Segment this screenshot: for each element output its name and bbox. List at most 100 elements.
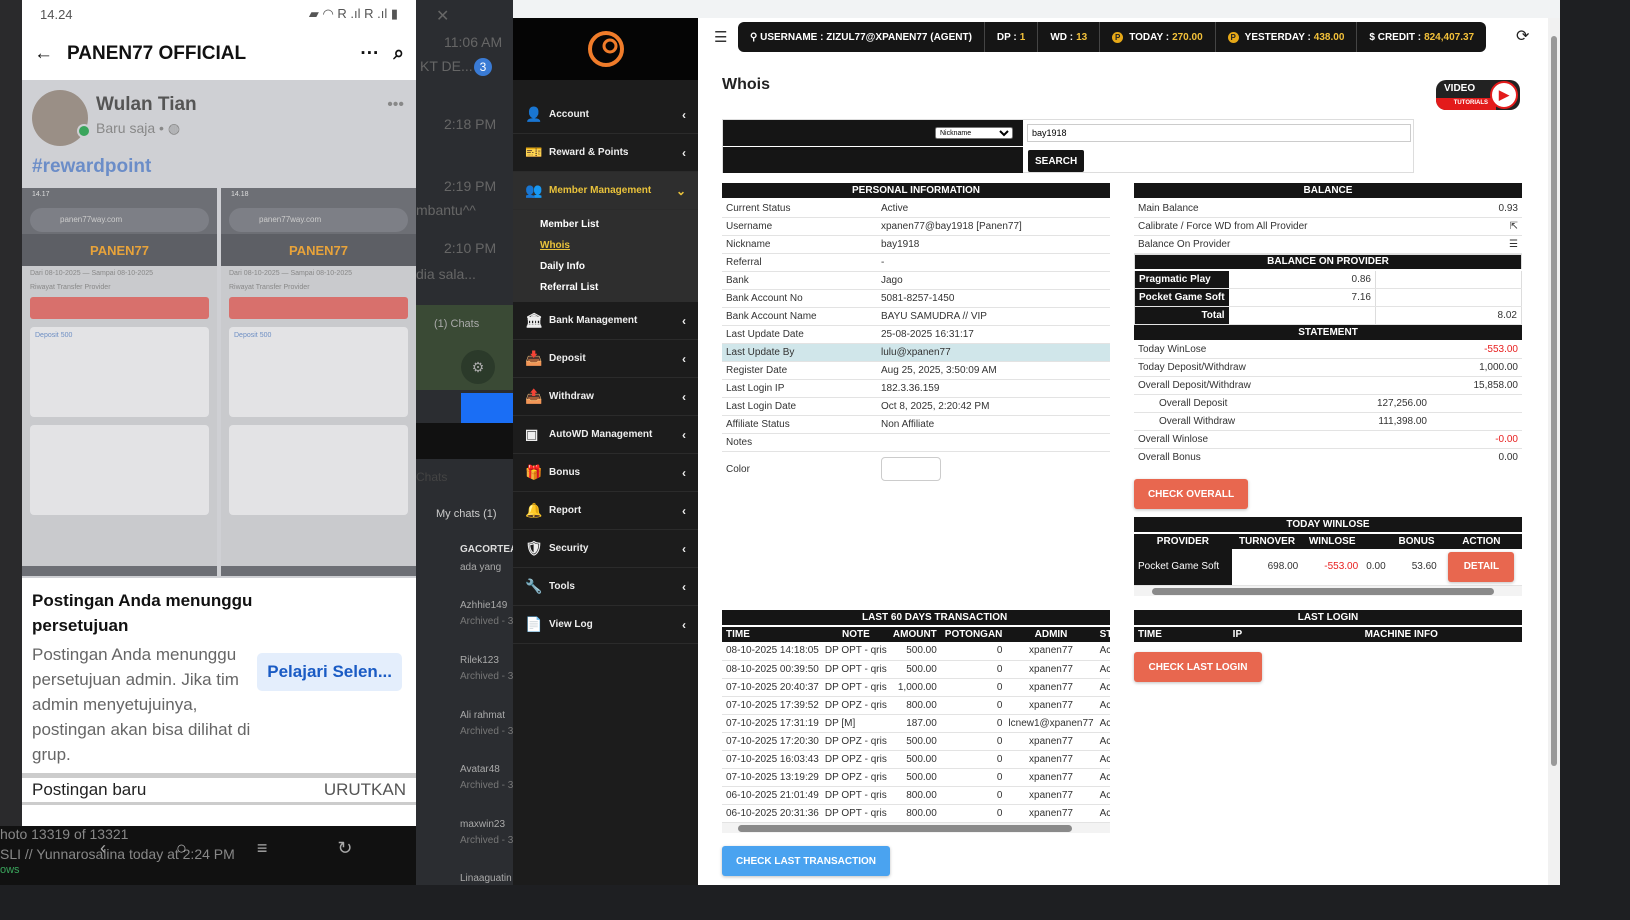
list-icon[interactable]: ☰ (1470, 235, 1522, 254)
nav-icon: 🔔 (525, 502, 543, 518)
chat-name[interactable]: Ali rahmat (460, 710, 505, 721)
search-form: Nickname SEARCH (722, 119, 1414, 173)
nav-icon: 👤 (525, 106, 543, 122)
info-row: Last Login IP 182.3.36.159 (722, 379, 1110, 398)
transaction-row: 06-10-2025 20:31:36 DP OPT - qris 800.00 0 x… (722, 804, 1110, 823)
nav-icon: 🎫 (525, 144, 543, 160)
coin-icon: P (1112, 31, 1124, 43)
wd-stat[interactable]: WD :13 (1038, 22, 1101, 52)
today-winlose-table: TODAY WINLOSE PROVIDER TURNOVER WINLOSE BON… (1134, 517, 1522, 596)
sidebar-item-account[interactable]: 👤 Account ‹ (513, 96, 698, 134)
transaction-row: 07-10-2025 16:03:43 DP OPZ - qris 500.00 0 x… (722, 750, 1110, 769)
learn-more-button: Pelajari Selen... (257, 653, 402, 691)
submenu-item[interactable]: Whois (513, 235, 698, 256)
horizontal-scrollbar[interactable] (1134, 585, 1522, 596)
transaction-row: 08-10-2025 00:39:50 DP OPT - qris 500.00 0 x… (722, 660, 1110, 679)
sidebar-item-withdraw[interactable]: 📤 Withdraw ‹ (513, 378, 698, 416)
chat-sub: Archived - 3 (460, 671, 513, 682)
post-card: Wulan Tian Baru saja • ◍ ••• #rewardpoin… (22, 80, 416, 578)
viewer-controls[interactable]: ‹○≡↻ (100, 838, 422, 859)
chats-tab[interactable]: (1) Chats (434, 318, 479, 330)
nav-icon: 🏛 (525, 312, 543, 328)
chevron-icon: ‹ (682, 465, 686, 480)
nav-icon: ▣ (525, 426, 539, 442)
search-button[interactable]: SEARCH (1028, 150, 1085, 172)
submenu-item[interactable]: Member List (513, 214, 698, 235)
menu-toggle-icon[interactable]: ☰ (714, 28, 727, 46)
horizontal-scrollbar[interactable] (722, 822, 1110, 833)
member-submenu: Member List Whois Daily Info Referral List (513, 210, 698, 302)
refresh-icon[interactable]: ⟳ (1516, 26, 1529, 46)
chat-sub: Archived - 3 (460, 780, 513, 791)
chevron-icon: ‹ (682, 313, 686, 328)
status-time: 14.24 (40, 6, 73, 22)
sidebar-item-view-log[interactable]: 📄 View Log ‹ (513, 606, 698, 644)
main-balance: 0.93 (1470, 199, 1522, 218)
info-row: Last Update Date 25-08-2025 16:31:17 (722, 325, 1110, 344)
info-row: Notes (722, 433, 1110, 452)
nav-label: Member Management (549, 185, 652, 196)
post-more-icon: ••• (387, 96, 404, 113)
transaction-row: 07-10-2025 13:19:29 DP OPZ - qris 500.00 0 x… (722, 768, 1110, 787)
chat-list-panel: ✕ 11:06 AM KT DE... 3 2:18 PM 2:19 PM mb… (416, 0, 513, 885)
vertical-scrollbar[interactable] (1548, 18, 1560, 885)
chevron-icon: ‹ (682, 389, 686, 404)
nav-label: View Log (549, 619, 593, 630)
chat-sub: Archived - 3 (460, 835, 513, 846)
chat-name[interactable]: GACORTEAM (460, 544, 513, 555)
submenu-item[interactable]: Referral List (513, 277, 698, 298)
transaction-row: 07-10-2025 17:31:19 DP [M] 187.00 0 lcnew1@x… (722, 714, 1110, 733)
color-picker[interactable] (881, 457, 941, 482)
chevron-icon: ‹ (682, 541, 686, 556)
sidebar-item-deposit[interactable]: 📥 Deposit ‹ (513, 340, 698, 378)
chat-name[interactable]: Avatar48 (460, 764, 500, 775)
avatar (32, 90, 88, 146)
chevron-icon: ‹ (682, 427, 686, 442)
my-chats-label: My chats (1) (436, 508, 497, 520)
group-title: PANEN77 OFFICIAL (67, 43, 247, 64)
sidebar-item-bank-management[interactable]: 🏛 Bank Management ‹ (513, 302, 698, 340)
sidebar-item-reward-points[interactable]: 🎫 Reward & Points ‹ (513, 134, 698, 172)
pending-title: Postingan Anda menunggu persetujuan (32, 591, 253, 635)
page-title: Whois (722, 76, 770, 93)
chat-name[interactable]: Rilek123 (460, 655, 499, 666)
sidebar: 👤 Account ‹ 🎫 Reward & Points ‹ 👥 Member Manage… (513, 18, 698, 885)
browser-strip (513, 0, 1630, 18)
viewer-extra: ows (0, 864, 20, 876)
detail-button[interactable]: DETAIL (1448, 551, 1515, 582)
sidebar-item-autowd-management[interactable]: ▣ AutoWD Management ‹ (513, 416, 698, 454)
today-stat: P TODAY :270.00 (1100, 22, 1216, 52)
filter-icon[interactable]: ⚙ (461, 350, 495, 384)
chat-name[interactable]: Azhhie149 (460, 600, 507, 611)
search-input[interactable] (1027, 124, 1411, 142)
chat-name[interactable]: maxwin23 (460, 819, 505, 830)
chat-name[interactable]: Linaaguatin (460, 873, 512, 884)
sidebar-item-tools[interactable]: 🔧 Tools ‹ (513, 568, 698, 606)
dp-stat[interactable]: DP :1 (985, 22, 1039, 52)
sidebar-item-bonus[interactable]: 🎁 Bonus ‹ (513, 454, 698, 492)
submenu-item[interactable]: Daily Info (513, 256, 698, 277)
calibrate-icon[interactable]: ⇱ (1470, 217, 1522, 236)
check-last-transaction-button[interactable]: CHECK LAST TRANSACTION (722, 846, 890, 876)
sidebar-item-report[interactable]: 🔔 Report ‹ (513, 492, 698, 530)
color-label: Color (726, 463, 750, 475)
last-login-table: LAST LOGIN TIME IP MACHINE INFO (1134, 610, 1522, 642)
transaction-table: LAST 60 DAYS TRANSACTION TIME NOTE AMOUNT P… (722, 610, 1110, 833)
credit-stat: $ CREDIT :824,407.37 (1369, 31, 1475, 43)
sidebar-item-security[interactable]: 🛡 Security ‹ (513, 530, 698, 568)
transaction-row: 06-10-2025 21:01:49 DP OPT - qris 800.00 0 x… (722, 786, 1110, 805)
nav-icon: 👥 (525, 182, 543, 198)
attached-screenshot: 14.17 panen77way.com PANEN77 Dari 08-10-20… (22, 188, 217, 576)
personal-info-table: PERSONAL INFORMATION Current Status Active… (722, 183, 1110, 487)
video-tutorial-button[interactable]: VIDEO TUTORIALS ▶ (1436, 80, 1520, 110)
new-posts-label: Postingan baru (32, 780, 147, 799)
check-overall-button[interactable]: CHECK OVERALL (1134, 479, 1248, 509)
info-row: Bank Jago (722, 271, 1110, 290)
sidebar-item-member-management[interactable]: 👥 Member Management ⌄ (513, 172, 698, 210)
check-last-login-button[interactable]: CHECK LAST LOGIN (1134, 652, 1262, 682)
nav-label: Withdraw (549, 391, 594, 402)
nav-icon: 📥 (525, 350, 543, 366)
close-icon[interactable]: ✕ (436, 6, 449, 26)
phone-screenshot: 14.24 ▰ ◠ R .ıl R .ıl ▮ ← PANEN77 OFFICIA… (22, 0, 416, 830)
search-type-select[interactable]: Nickname (935, 127, 1013, 139)
